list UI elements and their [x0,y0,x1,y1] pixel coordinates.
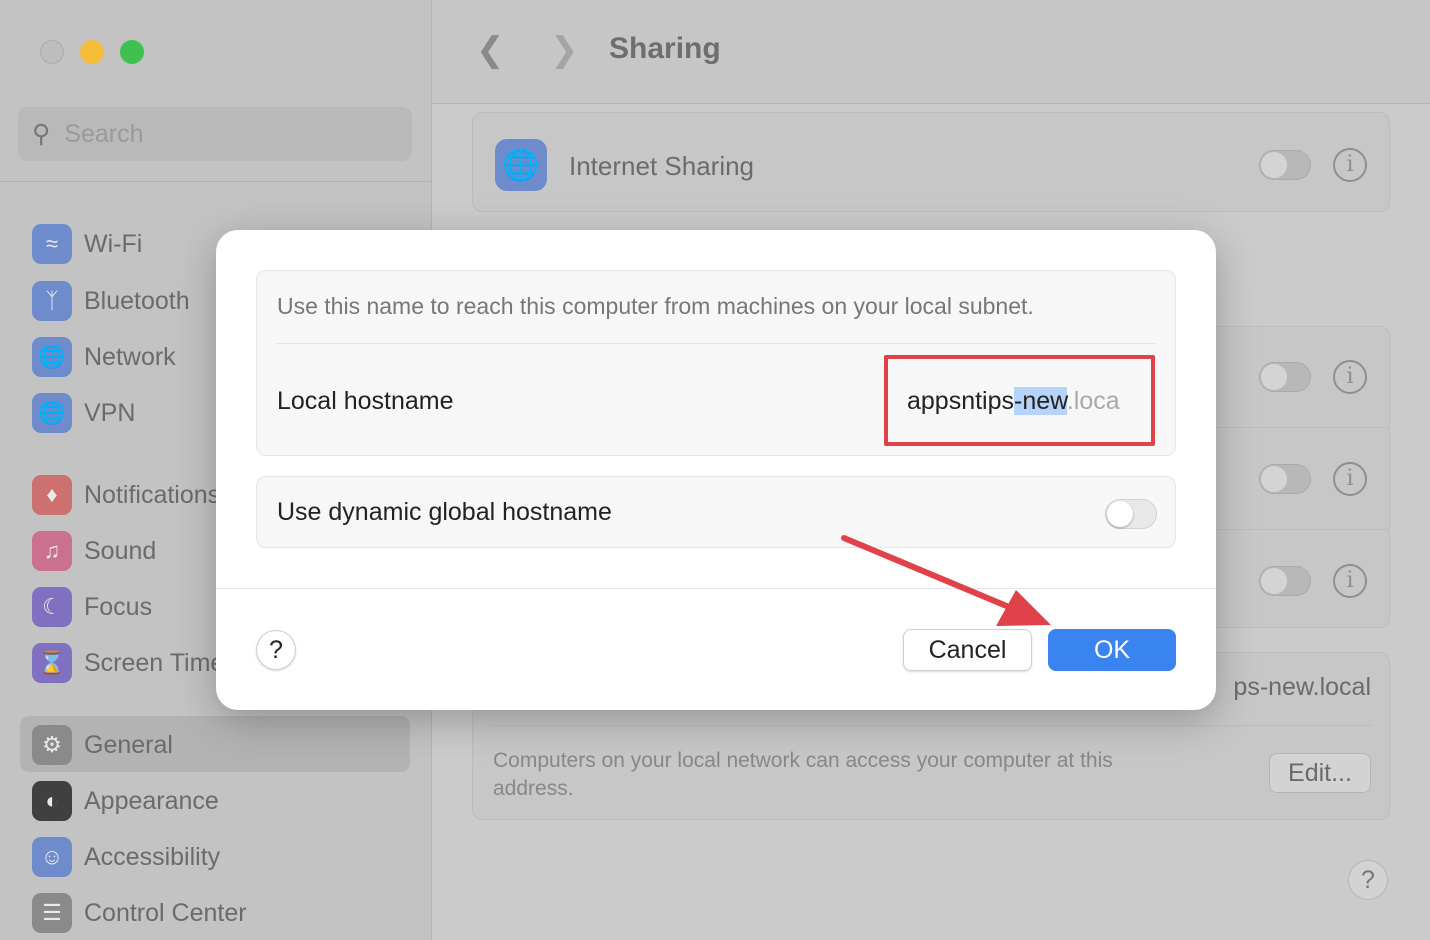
ok-button[interactable]: OK [1048,629,1176,671]
bell-icon: ♦ [32,475,72,515]
accessibility-icon: ☺ [32,837,72,877]
sidebar-item-label: Appearance [84,786,219,815]
sidebar-item-label: Wi-Fi [84,229,143,258]
help-button[interactable]: ? [256,630,296,670]
internet-sharing-toggle[interactable] [1259,150,1311,180]
service-toggle[interactable] [1259,464,1311,494]
hostname-value: ps-new.local [1233,673,1371,701]
dialog-description: Use this name to reach this computer fro… [277,293,1034,319]
gear-icon: ⚙ [32,725,72,765]
sidebar-item-label: Screen Time [84,648,225,677]
dynamic-hostname-toggle[interactable] [1105,499,1157,529]
sidebar-item-label: Accessibility [84,842,221,871]
divider [0,181,431,182]
toolbar: ❮ ❯ Sharing [432,0,1430,104]
minimize-window-button[interactable] [80,40,104,64]
service-toggle[interactable] [1259,566,1311,596]
search-icon: ⚲ [32,120,51,148]
speaker-icon: ♫ [32,531,72,571]
sidebar-item-label: Sound [84,536,157,565]
info-icon[interactable]: i [1333,148,1367,182]
sidebar-item-screen-time[interactable]: ⌛ Screen Time [32,643,224,683]
wifi-icon: ≈ [32,224,72,264]
zoom-window-button[interactable] [120,40,144,64]
sidebar-item-label: Focus [84,592,153,621]
close-window-button[interactable] [40,40,64,64]
info-icon[interactable]: i [1333,462,1367,496]
dynamic-hostname-label: Use dynamic global hostname [277,498,612,526]
globe-icon: 🌐 [495,139,547,191]
sidebar-item-vpn[interactable]: 🌐 VPN [32,393,135,433]
sidebar-item-wi-fi[interactable]: ≈ Wi-Fi [32,224,142,264]
control-center-icon: ☰ [32,893,72,933]
internet-sharing-row: 🌐 Internet Sharing i [472,112,1390,212]
sidebar-item-accessibility[interactable]: ☺ Accessibility [32,837,220,877]
sidebar-item-label: Bluetooth [84,286,190,315]
internet-sharing-label: Internet Sharing [569,151,755,181]
hostname-dialog: Use this name to reach this computer fro… [216,230,1216,710]
moon-icon: ☾ [32,587,72,627]
sidebar-item-label: Notifications [84,480,221,509]
page-title: Sharing [609,32,721,65]
bluetooth-icon: ᛉ [32,281,72,321]
hourglass-icon: ⌛ [32,643,72,683]
search-input[interactable]: ⚲ Search [18,107,412,161]
annotation-arrow [841,535,1051,626]
appearance-icon: ◐ [32,781,72,821]
help-button[interactable]: ? [1348,860,1388,900]
forward-icon[interactable]: ❯ [550,30,579,70]
sidebar-item-focus[interactable]: ☾ Focus [32,587,152,627]
sidebar-item-label: Control Center [84,898,247,927]
sidebar-item-general[interactable]: ⚙ General [32,725,173,765]
vpn-globe-icon: 🌐 [32,393,72,433]
sidebar-item-network[interactable]: 🌐 Network [32,337,176,377]
sidebar-item-control-center[interactable]: ☰ Control Center [32,893,247,933]
sidebar-item-bluetooth[interactable]: ᛉ Bluetooth [32,281,190,321]
sidebar-item-sound[interactable]: ♫ Sound [32,531,156,571]
annotation-highlight-box [884,355,1155,446]
address-note: Computers on your local network can acce… [493,749,1113,800]
sidebar-item-appearance[interactable]: ◐ Appearance [32,781,219,821]
info-icon[interactable]: i [1333,360,1367,394]
sidebar-item-label: VPN [84,398,136,427]
info-icon[interactable]: i [1333,564,1367,598]
back-icon[interactable]: ❮ [476,30,505,70]
globe-icon: 🌐 [32,337,72,377]
local-hostname-label: Local hostname [277,387,454,415]
sidebar-item-notifications[interactable]: ♦ Notifications [32,475,220,515]
sidebar-item-label: Network [84,342,176,371]
edit-button[interactable]: Edit... [1269,753,1371,793]
service-toggle[interactable] [1259,362,1311,392]
sidebar-item-label: General [84,730,173,759]
